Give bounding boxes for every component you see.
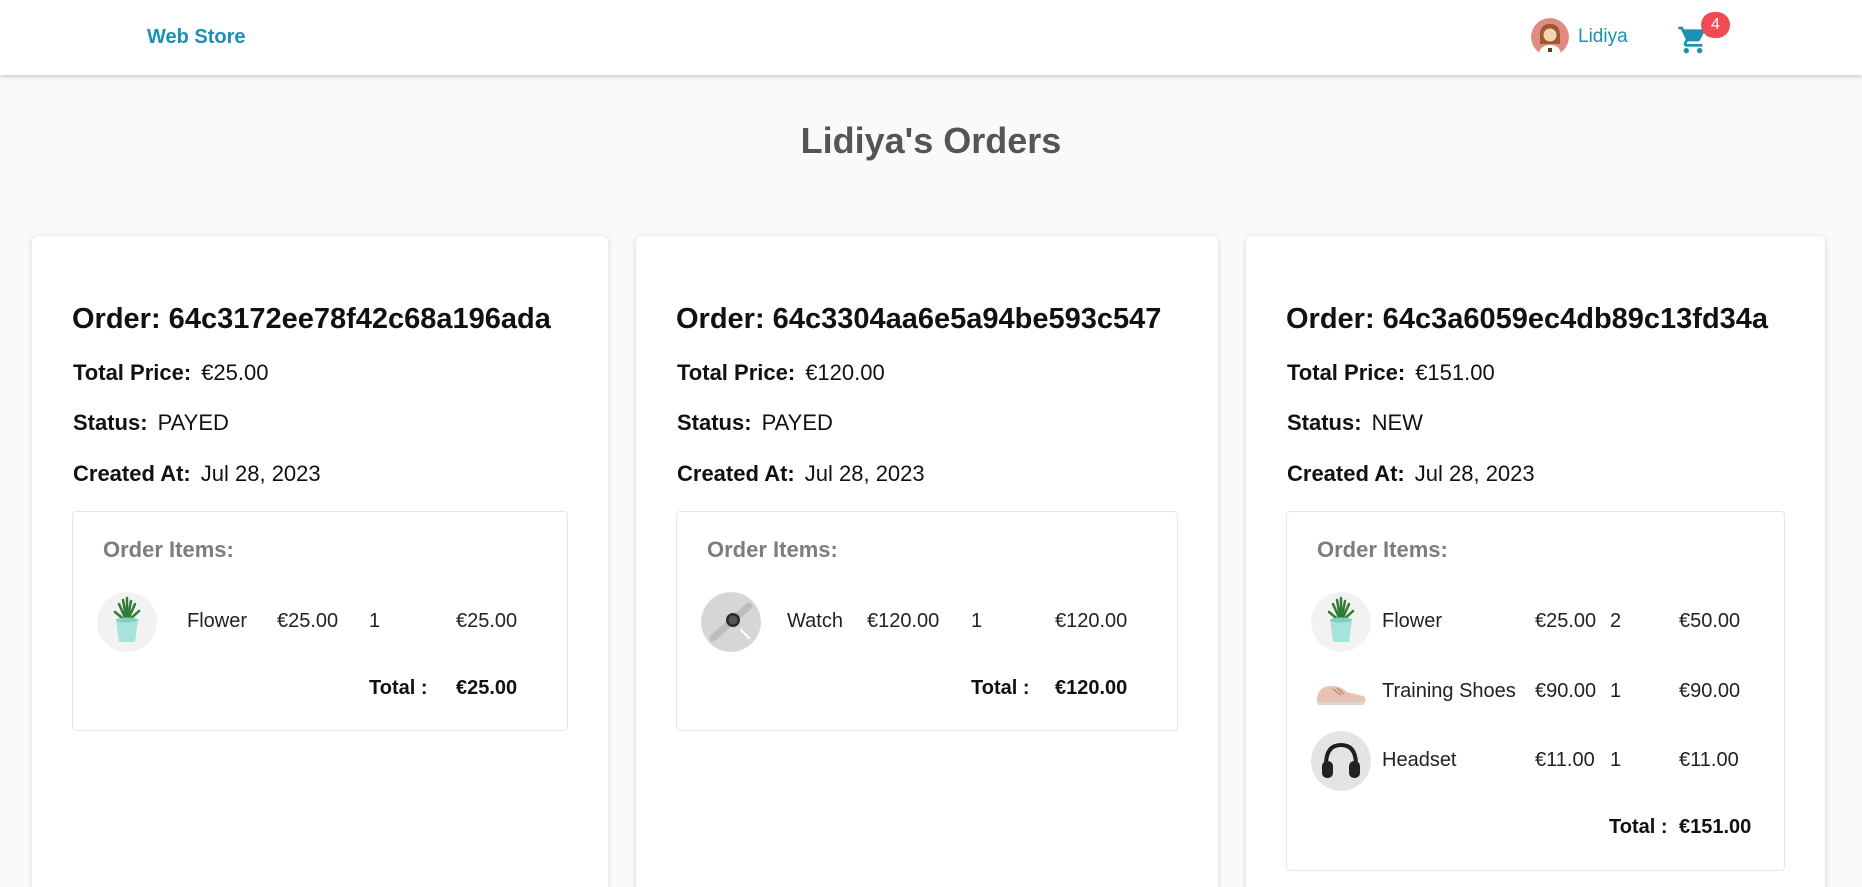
order-card: Order: 64c3a6059ec4db89c13fd34a Total Pr…: [1246, 236, 1825, 887]
item-price: €90.00: [1535, 680, 1597, 702]
order-items-title: Order Items:: [103, 537, 234, 562]
order-items-title: Order Items:: [707, 537, 838, 562]
item-subtotal: €25.00: [456, 610, 518, 632]
total-price-value: €25.00: [201, 360, 269, 385]
order-card: Order: 64c3172ee78f42c68a196ada Total Pr…: [32, 236, 608, 887]
status-label: Status:: [73, 410, 148, 435]
plant-pot-icon: [97, 592, 157, 652]
total-price-label: Total Price:: [73, 360, 192, 385]
created-at-label: Created At:: [73, 461, 191, 486]
status-value: NEW: [1371, 410, 1423, 435]
order-item-row: Training Shoes €90.00 1 €90.00: [1287, 660, 1784, 724]
order-total-price: Total Price: €120.00: [677, 360, 885, 386]
order-items-title: Order Items:: [1317, 537, 1448, 562]
item-price: €25.00: [277, 610, 339, 632]
item-price: €11.00: [1535, 749, 1595, 771]
item-price: €25.00: [1535, 610, 1597, 632]
created-at-label: Created At:: [1287, 461, 1405, 486]
item-name: Training Shoes: [1382, 680, 1516, 702]
order-total-price: Total Price: €151.00: [1287, 360, 1495, 386]
order-item-row: Flower €25.00 2 €50.00: [1287, 590, 1784, 654]
status-label: Status:: [1287, 410, 1362, 435]
order-items-box: Order Items: Watch €120.00 1 €120.00 Tot…: [676, 511, 1178, 731]
order-total-price: Total Price: €25.00: [73, 360, 268, 386]
total-price-value: €120.00: [805, 360, 885, 385]
created-at-label: Created At:: [677, 461, 795, 486]
order-item-row: Headset €11.00 1 €11.00: [1287, 729, 1784, 793]
item-quantity: 1: [1610, 749, 1622, 771]
order-created-at: Created At: Jul 28, 2023: [73, 461, 321, 487]
item-subtotal: €11.00: [1679, 749, 1739, 771]
order-id-title: Order: 64c3304aa6e5a94be593c547: [676, 303, 1162, 335]
order-total-value: €120.00: [1055, 677, 1128, 699]
user-name: Lidiya: [1578, 26, 1628, 47]
order-total-label: Total :: [1609, 816, 1668, 838]
order-total-label: Total :: [369, 677, 428, 699]
order-total-value: €151.00: [1679, 816, 1752, 838]
top-navbar: Web Store Lidiya 4: [0, 0, 1862, 75]
item-name: Headset: [1382, 749, 1457, 771]
item-quantity: 2: [1610, 610, 1622, 632]
status-value: PAYED: [761, 410, 833, 435]
cart-count-badge: 4: [1701, 12, 1730, 38]
order-status: Status: PAYED: [677, 410, 833, 436]
item-price: €120.00: [867, 610, 940, 632]
user-avatar: [1531, 18, 1569, 56]
item-name: Flower: [187, 610, 248, 632]
order-card: Order: 64c3304aa6e5a94be593c547 Total Pr…: [636, 236, 1218, 887]
item-name: Watch: [787, 610, 843, 632]
order-items-box: Order Items: Flower €25.00 2 €50.00 Trai…: [1286, 511, 1785, 871]
created-at-value: Jul 28, 2023: [1414, 461, 1535, 486]
item-quantity: 1: [971, 610, 983, 632]
item-quantity: 1: [1610, 680, 1622, 702]
order-created-at: Created At: Jul 28, 2023: [1287, 461, 1535, 487]
created-at-value: Jul 28, 2023: [804, 461, 925, 486]
sneaker-icon: [1311, 662, 1371, 722]
order-id-title: Order: 64c3a6059ec4db89c13fd34a: [1286, 303, 1769, 335]
headphones-icon: [1311, 731, 1371, 791]
item-subtotal: €50.00: [1679, 610, 1741, 632]
item-quantity: 1: [369, 610, 381, 632]
item-name: Flower: [1382, 610, 1443, 632]
page-title: Lidiya's Orders: [800, 120, 1062, 161]
user-menu[interactable]: Lidiya: [1531, 18, 1628, 56]
order-total-value: €25.00: [456, 677, 518, 699]
watch-icon: [701, 592, 761, 652]
item-subtotal: €120.00: [1055, 610, 1128, 632]
status-label: Status:: [677, 410, 752, 435]
order-status: Status: NEW: [1287, 410, 1423, 436]
brand-link[interactable]: Web Store: [147, 26, 246, 49]
item-subtotal: €90.00: [1679, 680, 1741, 702]
total-price-label: Total Price:: [677, 360, 796, 385]
order-total-label: Total :: [971, 677, 1030, 699]
order-items-box: Order Items: Flower €25.00 1 €25.00 Tota…: [72, 511, 568, 731]
order-item-row: Watch €120.00 1 €120.00: [677, 590, 1177, 654]
created-at-value: Jul 28, 2023: [200, 461, 321, 486]
plant-pot-icon: [1311, 592, 1371, 652]
total-price-value: €151.00: [1415, 360, 1495, 385]
total-price-label: Total Price:: [1287, 360, 1406, 385]
order-id-title: Order: 64c3172ee78f42c68a196ada: [72, 303, 551, 335]
status-value: PAYED: [157, 410, 229, 435]
order-status: Status: PAYED: [73, 410, 229, 436]
order-item-row: Flower €25.00 1 €25.00: [73, 590, 567, 654]
order-created-at: Created At: Jul 28, 2023: [677, 461, 925, 487]
